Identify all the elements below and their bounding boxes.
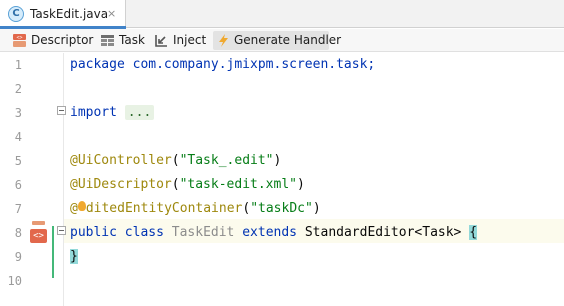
string-literal: "Task_.edit" [179, 153, 274, 168]
descriptor-label: Descriptor [31, 33, 94, 47]
paren: ( [171, 177, 180, 192]
descriptor-button[interactable]: <> Descriptor [12, 31, 93, 50]
line-number: 10 [7, 274, 22, 288]
code-line-3: import ... [70, 101, 155, 125]
lightning-icon [219, 34, 228, 47]
svg-text:<>: <> [16, 35, 22, 41]
paren: ) [273, 153, 282, 168]
code-line-7: @UiDescriptor("task-edit.xml") [70, 173, 305, 197]
descriptor-icon: <> [13, 34, 26, 47]
java-class-icon-letter: C [12, 8, 20, 19]
intention-bulb-icon[interactable] [78, 201, 86, 211]
annotation-at: @ [70, 201, 78, 216]
line-number: 9 [14, 250, 22, 264]
annotation: @UiController [70, 153, 172, 168]
keyword-public: public [70, 225, 117, 240]
jmix-toolbar: <> Descriptor Task Inject Generate Handl… [0, 29, 564, 52]
annotation: @UiDescriptor [70, 177, 172, 192]
line-number: 2 [14, 82, 22, 96]
inject-icon [155, 35, 167, 47]
line-number: 6 [14, 178, 22, 192]
generate-handler-label: Generate Handler [234, 33, 342, 47]
generate-handler-button[interactable]: Generate Handler [213, 31, 341, 50]
tab-label: TaskEdit.java [30, 7, 109, 21]
close-icon[interactable]: × [107, 7, 116, 21]
xml-gutter-icon-top [32, 221, 45, 225]
code-line-8: @ ditedEntityContainer("taskDc") [70, 197, 321, 221]
inject-label: Inject [173, 33, 207, 47]
package-line: package com.company.jmixpm.screen.task; [70, 57, 376, 72]
keyword-extends: extends [242, 225, 298, 240]
code-line-10: } [70, 245, 78, 269]
code-line-1: package com.company.jmixpm.screen.task; [70, 53, 375, 77]
class-name: TaskEdit [171, 225, 235, 240]
task-icon [101, 35, 114, 46]
paren: ) [296, 177, 305, 192]
keyword-class: class [124, 225, 164, 240]
inject-button[interactable]: Inject [154, 31, 206, 50]
superclass: StandardEditor<Task> [304, 225, 462, 240]
annotation: ditedEntityContainer [85, 201, 243, 216]
paren: ( [171, 153, 180, 168]
line-number: 8 [14, 226, 22, 240]
line-number: 5 [14, 154, 22, 168]
paren: ) [312, 201, 321, 216]
folded-imports[interactable]: ... [124, 105, 155, 120]
tab-taskedit-java[interactable]: C TaskEdit.java × [0, 0, 126, 29]
xml-gutter-icon-glyph: <> [33, 231, 44, 241]
java-class-icon: C [8, 6, 24, 22]
fold-toggle-icon[interactable] [57, 106, 66, 115]
code-editor[interactable]: 1 2 3 4 5 6 7 8 9 10 <> package com.comp… [0, 53, 564, 306]
open-brace: { [469, 225, 478, 240]
xml-gutter-icon[interactable]: <> [30, 229, 47, 243]
import-keyword: import [70, 105, 117, 120]
fold-range-marker [52, 226, 54, 278]
line-number: 3 [14, 106, 22, 120]
task-entity-button[interactable]: Task [100, 31, 145, 50]
code-line-6: @UiController("Task_.edit") [70, 149, 281, 173]
code-line-9: public class TaskEdit extends StandardEd… [70, 221, 478, 245]
task-label: Task [119, 33, 145, 47]
line-number: 1 [14, 58, 22, 72]
editor-tab-bar: C TaskEdit.java × [0, 0, 564, 29]
line-number: 7 [14, 202, 22, 216]
close-brace: } [70, 249, 78, 264]
line-number: 4 [14, 130, 22, 144]
string-literal: "taskDc" [250, 201, 313, 216]
string-literal: "task-edit.xml" [179, 177, 297, 192]
fold-toggle-icon[interactable] [57, 226, 66, 235]
